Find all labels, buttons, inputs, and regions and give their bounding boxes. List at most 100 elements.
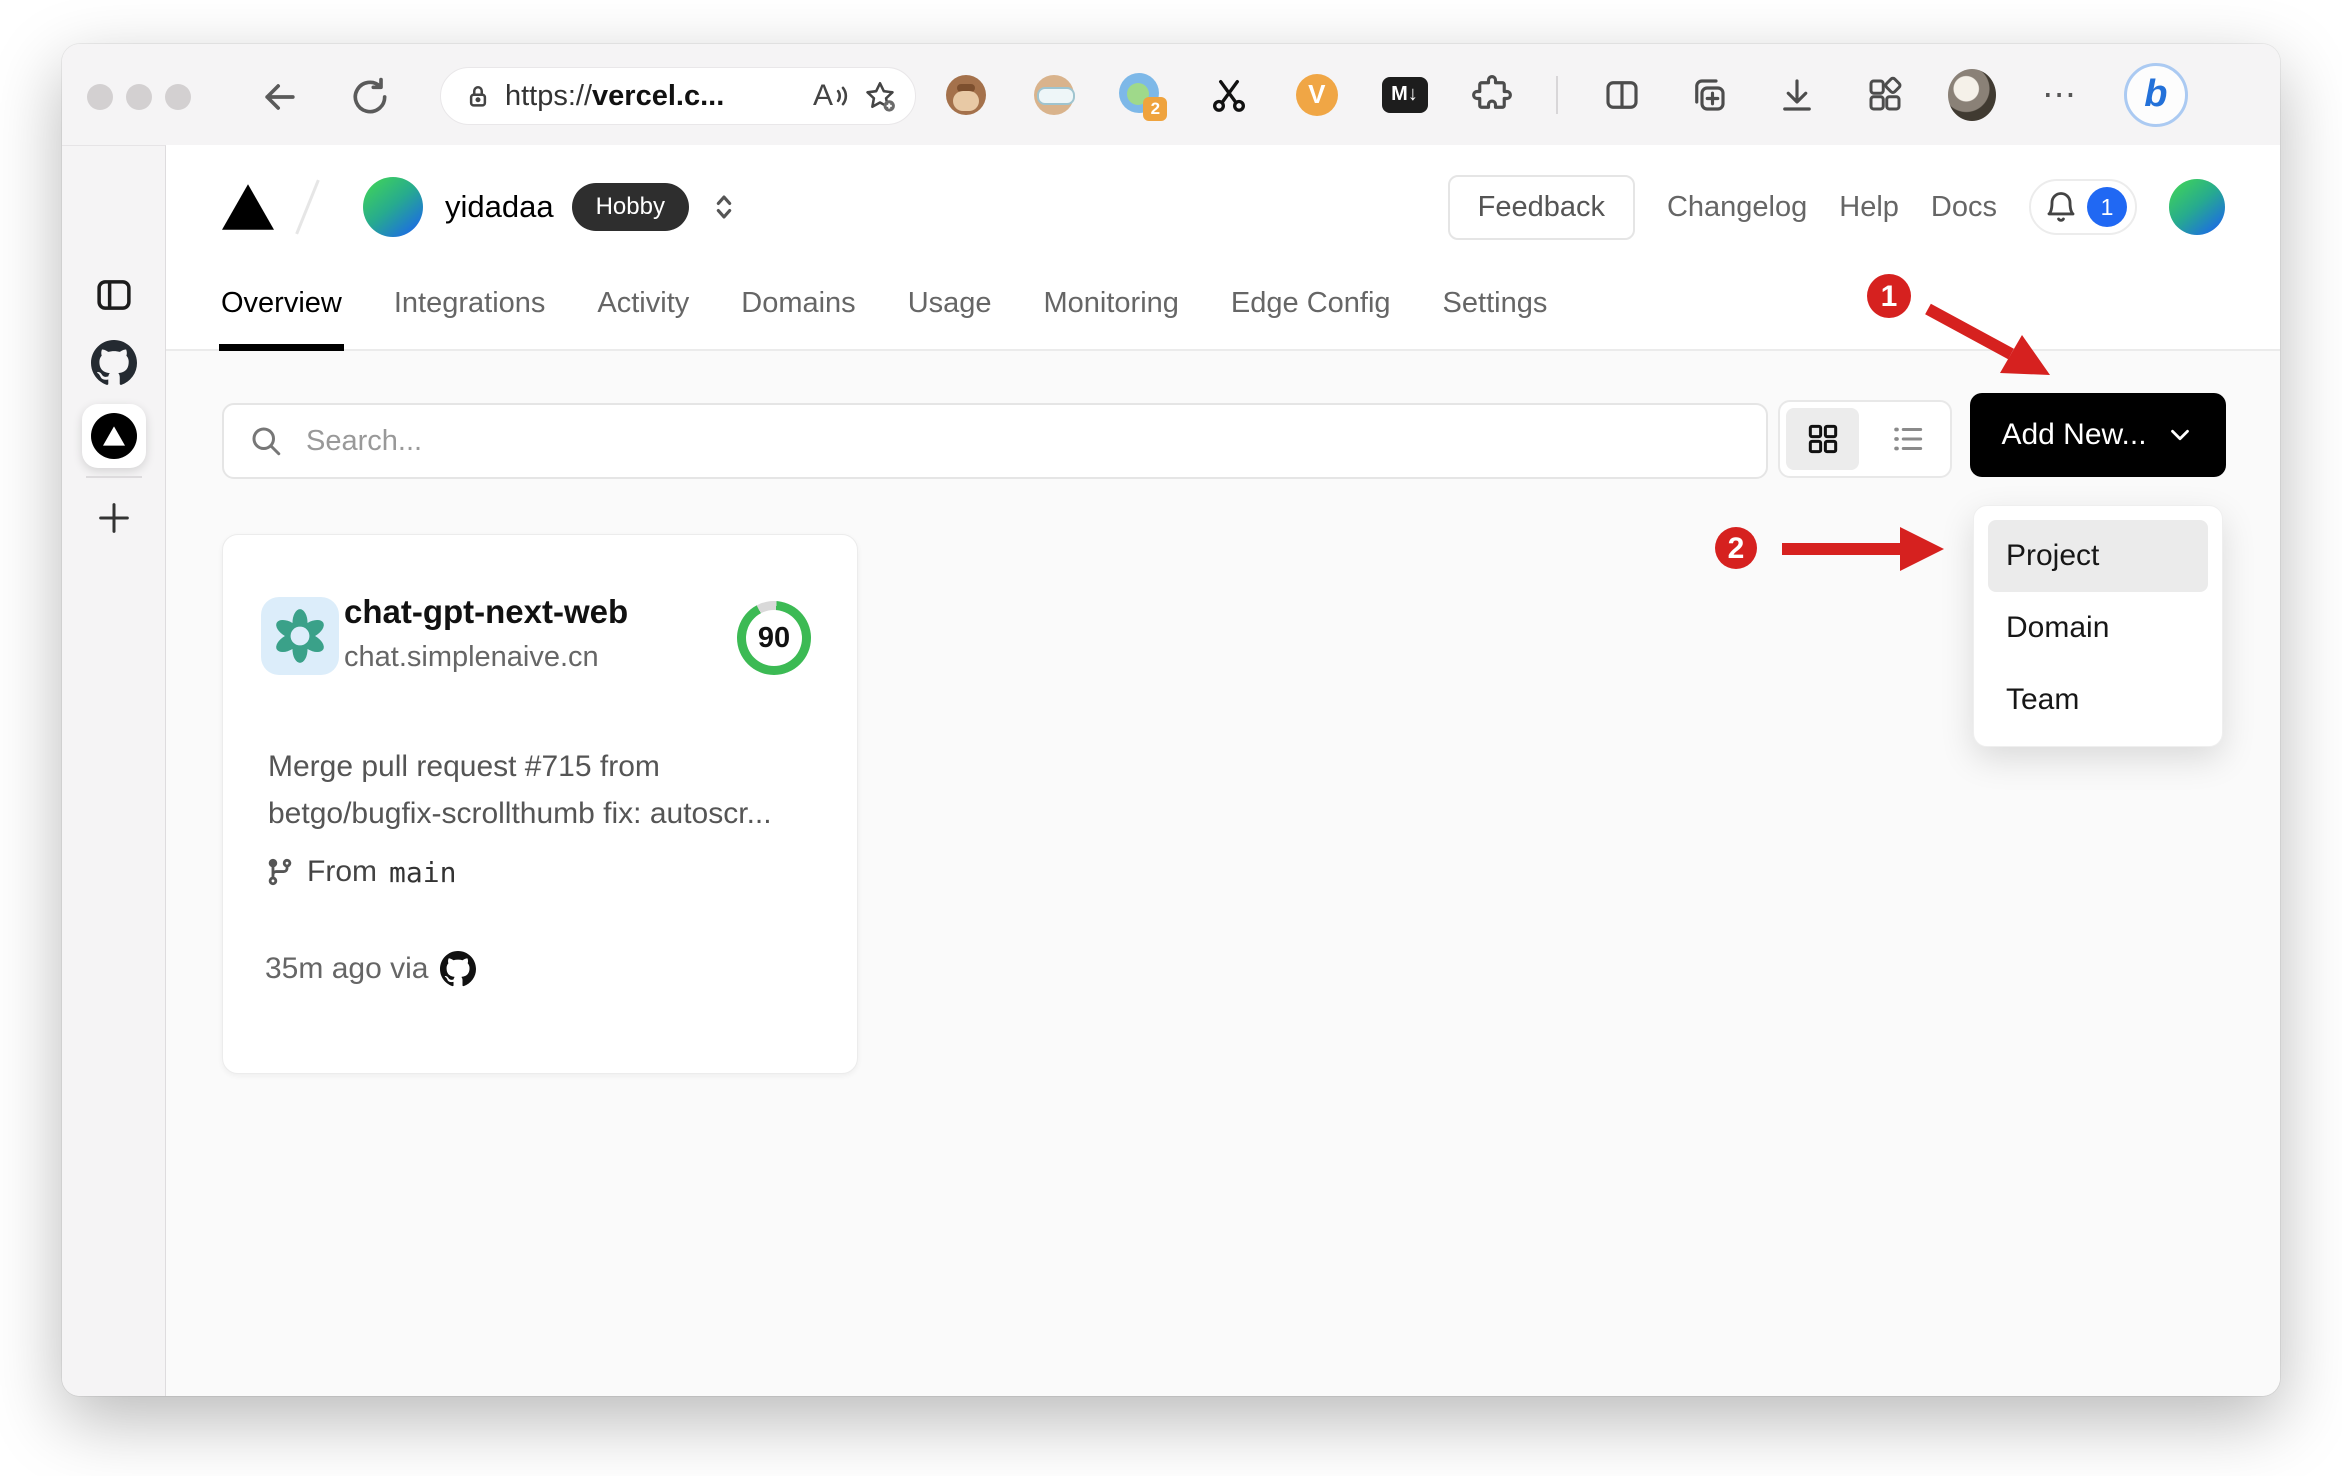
lock-icon [469, 86, 487, 107]
github-sidebar-icon[interactable] [90, 340, 137, 386]
project-card[interactable]: chat-gpt-next-web chat.simplenaive.cn 90… [222, 534, 858, 1074]
git-branch-icon [268, 858, 292, 886]
tab-overview[interactable]: Overview [219, 287, 344, 351]
list-view-button[interactable] [1871, 408, 1944, 470]
dropdown-item-project[interactable]: Project [1988, 520, 2208, 592]
profile-avatar[interactable] [1948, 68, 1997, 121]
extensions-puzzle-icon[interactable] [1468, 71, 1516, 119]
branch-row: From main [265, 855, 456, 889]
browser-toolbar: https://vercel.c... A 2 V M↓ ⋯ b [62, 44, 2280, 145]
commit-line-2: betgo/bugfix-scrollthumb fix: autoscr... [268, 797, 772, 830]
notifications-button[interactable]: 1 [2029, 179, 2137, 235]
url-host: vercel.c... [592, 79, 725, 112]
grid-view-icon [1808, 424, 1837, 454]
search-icon [252, 427, 281, 456]
header-actions: Feedback Changelog Help Docs 1 [1447, 171, 2225, 243]
window-controls[interactable] [87, 84, 191, 110]
toolbar-icons: 2 V M↓ ⋯ b [942, 44, 2188, 145]
scissors-extension-icon[interactable] [1205, 71, 1253, 119]
tab-activity[interactable]: Activity [595, 287, 691, 351]
list-view-icon [1893, 427, 1922, 451]
changelog-link[interactable]: Changelog [1667, 191, 1807, 224]
sidebar-toggle-icon[interactable] [93, 274, 135, 316]
deploy-meta: 35m ago via [265, 951, 477, 987]
url-scheme: https:// [505, 79, 593, 112]
user-avatar[interactable] [2169, 179, 2225, 235]
chevron-down-icon [2170, 429, 2189, 441]
apps-grid-icon[interactable] [1861, 71, 1909, 119]
markdown-download-extension-icon[interactable]: M↓ [1381, 71, 1429, 119]
project-search[interactable] [222, 403, 1768, 479]
vercel-sidebar-item-active[interactable] [81, 404, 146, 468]
project-icon [261, 597, 339, 675]
tab-monitoring[interactable]: Monitoring [1042, 287, 1181, 351]
vercel-header: yidadaa Hobby Feedback Changelog Help Do… [166, 145, 2280, 351]
dropdown-item-domain[interactable]: Domain [1988, 592, 2208, 664]
tab-integrations[interactable]: Integrations [392, 287, 548, 351]
vercel-favicon [90, 413, 137, 459]
team-switcher: yidadaa Hobby [222, 171, 741, 243]
commit-line-1: Merge pull request #715 from [268, 750, 660, 783]
more-menu-icon[interactable]: ⋯ [2036, 71, 2084, 119]
team-avatar[interactable] [363, 177, 423, 237]
toolbar-divider [1555, 75, 1558, 114]
bing-chat-icon[interactable]: b [2123, 62, 2188, 127]
project-titles: chat-gpt-next-web chat.simplenaive.cn [344, 593, 628, 674]
help-link[interactable]: Help [1839, 191, 1899, 224]
score-value: 90 [746, 610, 802, 666]
feedback-button[interactable]: Feedback [1447, 174, 1635, 240]
search-input[interactable] [306, 424, 1742, 458]
branch-name: main [389, 855, 457, 889]
docs-link[interactable]: Docs [1931, 191, 1997, 224]
bell-icon [2047, 192, 2075, 222]
browser-window: https://vercel.c... A 2 V M↓ ⋯ b yidadaa… [62, 44, 2280, 1396]
translate-badge: 2 [1143, 96, 1168, 121]
back-icon[interactable] [258, 75, 302, 119]
project-name[interactable]: chat-gpt-next-web [344, 593, 628, 631]
grid-view-button[interactable] [1786, 408, 1859, 470]
vercel-logo[interactable] [222, 184, 274, 230]
deploy-time: 35m ago via [265, 952, 429, 985]
zoom-window-button[interactable] [165, 84, 191, 110]
url-text: https://vercel.c... [505, 80, 801, 113]
add-new-dropdown: Project Domain Team [1973, 505, 2223, 747]
add-new-button[interactable]: Add New... [1970, 393, 2226, 477]
screenshot-root: https://vercel.c... A 2 V M↓ ⋯ b yidadaa… [0, 0, 2342, 1476]
tab-usage[interactable]: Usage [906, 287, 994, 351]
downloads-icon[interactable] [1773, 71, 1821, 119]
favorite-star-icon[interactable] [863, 79, 897, 113]
new-tab-plus-icon[interactable] [94, 498, 134, 538]
team-name: yidadaa [445, 189, 554, 224]
split-screen-icon[interactable] [1598, 71, 1646, 119]
tab-domains[interactable]: Domains [739, 287, 857, 351]
dropdown-item-team[interactable]: Team [1988, 664, 2208, 736]
view-toggle [1778, 400, 1952, 478]
github-icon [440, 951, 477, 987]
notification-count-badge: 1 [2087, 187, 2127, 227]
address-bar[interactable]: https://vercel.c... A [440, 67, 916, 125]
v-extension-icon[interactable]: V [1293, 71, 1341, 119]
project-domain[interactable]: chat.simplenaive.cn [344, 641, 628, 674]
collections-icon[interactable] [1685, 71, 1733, 119]
browser-sidebar [62, 145, 166, 1396]
sidebar-divider [86, 476, 142, 478]
tab-settings[interactable]: Settings [1441, 287, 1550, 351]
vercel-page: yidadaa Hobby Feedback Changelog Help Do… [166, 145, 2280, 1396]
vercel-tabs: Overview Integrations Activity Domains U… [219, 287, 1549, 351]
refresh-icon[interactable] [348, 75, 392, 119]
read-aloud-icon[interactable]: A [813, 79, 851, 113]
vercel-content: Add New... Project Domain Team [166, 351, 2280, 1396]
from-label: From [307, 855, 377, 888]
tab-edge-config[interactable]: Edge Config [1229, 287, 1393, 351]
team-selector-icon[interactable] [707, 190, 741, 224]
translate-extension-icon[interactable]: 2 [1117, 71, 1168, 121]
score-gauge: 90 [737, 601, 811, 675]
face-extension-icon[interactable] [1030, 71, 1078, 119]
openai-logo-icon [276, 609, 324, 663]
plan-badge: Hobby [571, 183, 689, 231]
add-new-label: Add New... [2001, 418, 2147, 451]
breadcrumb-slash [295, 179, 320, 235]
close-window-button[interactable] [87, 84, 113, 110]
minimize-window-button[interactable] [126, 84, 152, 110]
tampermonkey-extension-icon[interactable] [942, 71, 990, 119]
